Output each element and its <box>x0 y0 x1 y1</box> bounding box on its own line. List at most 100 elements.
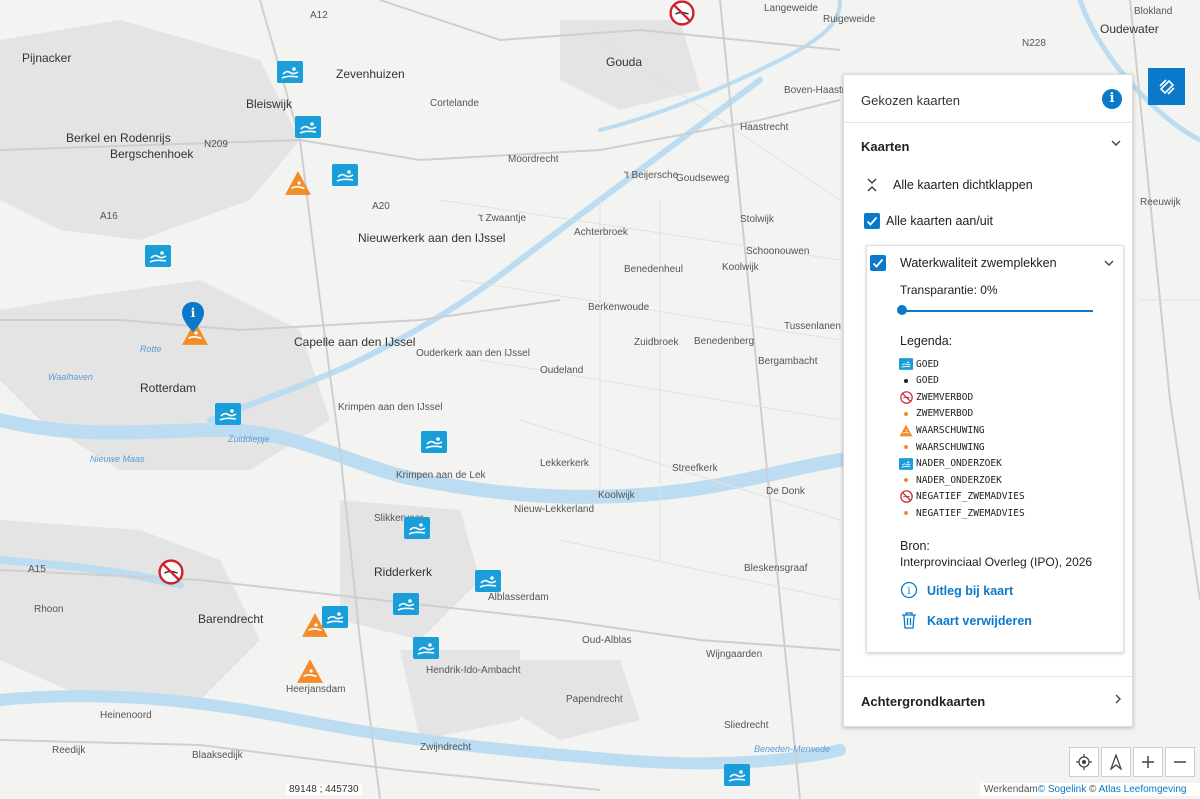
panel-title: Gekozen kaarten <box>861 93 961 108</box>
place-label: Nieuwerkerk aan den IJssel <box>358 231 505 245</box>
transparency-slider-track[interactable] <box>901 310 1093 312</box>
svg-text:i: i <box>907 586 910 597</box>
layer-name[interactable]: Waterkwaliteit zwemplekken <box>900 256 1057 270</box>
legend-label: ZWEMVERBOD <box>916 391 974 403</box>
legend-label: ZWEMVERBOD <box>916 408 974 420</box>
place-label: Rhoon <box>34 604 63 615</box>
plus-icon <box>1142 756 1154 768</box>
good-icon <box>899 457 913 471</box>
place-label: Waalhaven <box>48 372 93 382</box>
swim-good-marker-icon[interactable] <box>413 637 439 664</box>
place-label: A16 <box>100 211 118 222</box>
place-label: Blaaksedijk <box>192 750 244 761</box>
remove-map-link[interactable]: Kaart verwijderen <box>927 614 1032 628</box>
place-label: A12 <box>310 10 328 21</box>
legend-label: WAARSCHUWING <box>916 424 985 436</box>
place-label: Berkel en Rodenrijs <box>66 131 171 145</box>
warning-icon <box>899 423 913 437</box>
info-icon[interactable]: i <box>1102 89 1122 109</box>
coordinate-readout: 89148 ; 445730 <box>286 784 362 795</box>
place-label: Oudeland <box>540 365 583 376</box>
atlas-leefomgeving-link[interactable]: Atlas Leefomgeving <box>1099 784 1187 795</box>
legend-item: ZWEMVERBOD <box>899 406 973 422</box>
place-label: Stolwijk <box>740 214 775 225</box>
toggle-all-label[interactable]: Alle kaarten aan/uit <box>886 214 993 228</box>
swim-ban-marker-icon[interactable] <box>669 0 695 31</box>
place-label: Moordrecht <box>508 154 559 165</box>
place-label: Ruigeweide <box>823 14 876 25</box>
place-label: Krimpen aan de Lek <box>396 470 487 481</box>
ban-icon <box>899 390 913 404</box>
place-label: Nieuw-Lekkerland <box>514 504 594 515</box>
place-label: A20 <box>372 201 390 212</box>
place-label: Ridderkerk <box>374 565 433 579</box>
info-circle-icon[interactable]: i <box>900 581 918 604</box>
chosen-maps-panel: Gekozen kaarten i Kaarten Alle kaarten d… <box>843 74 1133 727</box>
explain-map-link[interactable]: Uitleg bij kaart <box>927 584 1013 598</box>
place-label: Reeuwijk <box>1140 197 1182 208</box>
place-label: Reedijk <box>52 745 86 756</box>
collapse-all-icon[interactable] <box>866 177 878 198</box>
swim-warning-marker-icon[interactable] <box>296 658 324 689</box>
place-label: Lekkerkerk <box>540 458 590 469</box>
legend-item: NADER_ONDERZOEK <box>899 456 1002 472</box>
swim-good-marker-icon[interactable] <box>332 164 358 191</box>
layer-chevron-down-icon[interactable] <box>1103 257 1115 272</box>
place-label: Barendrecht <box>198 612 264 626</box>
transparency-label: Transparantie: 0% <box>900 283 998 297</box>
place-label: Oudewater <box>1100 22 1159 36</box>
swim-good-marker-icon[interactable] <box>393 593 419 620</box>
place-label: Zevenhuizen <box>336 67 405 81</box>
place-label: Ouderkerk <box>760 0 808 3</box>
place-label: Bleiswijk <box>246 97 293 111</box>
place-label: Benedenheul <box>624 264 683 275</box>
place-label: Nieuwe Maas <box>90 454 145 464</box>
place-label: Streefkerk <box>672 463 719 474</box>
swim-warning-marker-icon[interactable] <box>301 612 329 643</box>
swim-good-marker-icon[interactable] <box>421 431 447 458</box>
swim-good-marker-icon[interactable] <box>724 764 750 791</box>
svg-text:i: i <box>191 306 196 320</box>
swim-ban-marker-icon[interactable] <box>158 559 184 590</box>
zoom-out-button[interactable] <box>1165 747 1195 777</box>
layer-card-waterkwaliteit: Waterkwaliteit zwemplekken Transparantie… <box>866 245 1124 653</box>
place-label: Hendrik-Ido-Ambacht <box>426 665 521 676</box>
legend-label: NADER_ONDERZOEK <box>916 458 1002 470</box>
legend-item: GOED <box>899 356 939 372</box>
kaarten-section-title[interactable]: Kaarten <box>861 139 909 154</box>
locate-button[interactable] <box>1069 747 1099 777</box>
collapse-all-button[interactable]: Alle kaarten dichtklappen <box>893 178 1033 192</box>
layer-visibility-checkbox[interactable] <box>870 255 886 271</box>
place-label: Capelle aan den IJssel <box>294 335 415 349</box>
north-arrow-button[interactable] <box>1101 747 1131 777</box>
swim-good-marker-icon[interactable] <box>277 61 303 88</box>
swim-good-marker-icon[interactable] <box>215 403 241 430</box>
legend-item: NEGATIEF_ZWEMADVIES <box>899 489 1025 505</box>
dot-icon <box>899 506 913 520</box>
swim-good-marker-icon[interactable] <box>404 517 430 544</box>
toggle-all-checkbox[interactable] <box>864 213 880 229</box>
layers-toggle-button[interactable] <box>1148 68 1185 105</box>
chevron-down-icon[interactable] <box>1110 137 1122 152</box>
place-label: Wijngaarden <box>706 649 762 660</box>
chevron-right-icon[interactable] <box>1112 693 1124 708</box>
swim-warning-marker-icon[interactable] <box>284 170 312 201</box>
minus-icon <box>1174 761 1186 763</box>
place-label: Rotterdam <box>140 381 196 395</box>
legend-label: GOED <box>916 375 939 387</box>
sogelink-link[interactable]: © Sogelink <box>1038 784 1087 795</box>
transparency-slider-thumb[interactable] <box>897 305 907 315</box>
background-maps-title[interactable]: Achtergrondkaarten <box>861 694 985 709</box>
zoom-in-button[interactable] <box>1133 747 1163 777</box>
selected-location-pin[interactable]: i <box>182 302 204 332</box>
trash-icon[interactable] <box>901 611 917 634</box>
place-label: Bergschenhoek <box>110 147 194 161</box>
place-label: 't Zwaantje <box>478 213 526 224</box>
place-label: Ouderkerk aan den IJssel <box>416 348 530 359</box>
swim-good-marker-icon[interactable] <box>475 570 501 597</box>
place-label: N228 <box>1022 38 1046 49</box>
place-label: Beneden-Merwede <box>754 744 830 754</box>
panel-header: Gekozen kaarten i <box>844 75 1132 123</box>
swim-good-marker-icon[interactable] <box>145 245 171 272</box>
swim-good-marker-icon[interactable] <box>295 116 321 143</box>
